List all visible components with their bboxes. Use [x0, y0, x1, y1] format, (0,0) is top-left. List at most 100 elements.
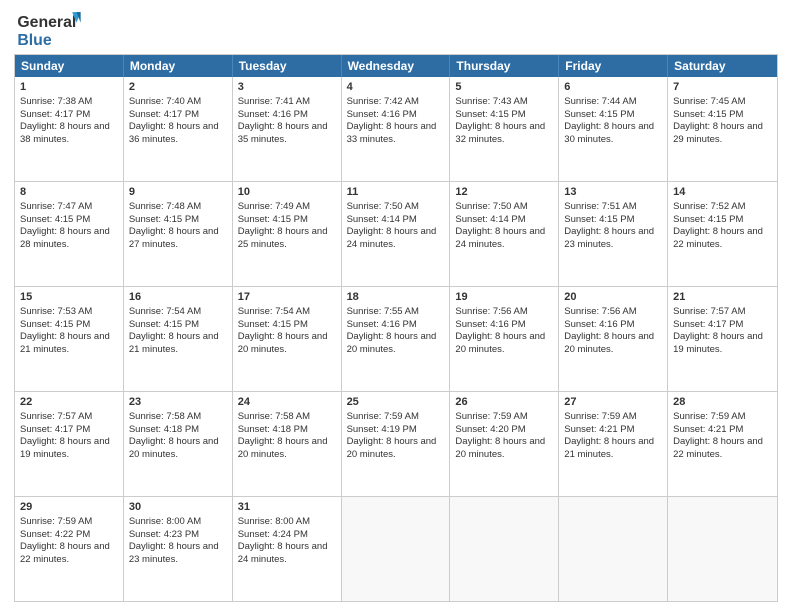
day-number: 22: [20, 395, 118, 410]
cal-cell: 7Sunrise: 7:45 AM Sunset: 4:15 PMDaylight…: [668, 77, 777, 181]
daylight: Daylight: 8 hours and 33 minutes.: [347, 121, 437, 145]
daylight: Daylight: 8 hours and 21 minutes.: [564, 436, 654, 460]
sunrise: Sunrise: 7:45 AM: [673, 96, 745, 107]
sunrise: Sunrise: 7:40 AM: [129, 96, 201, 107]
day-number: 20: [564, 290, 662, 305]
day-number: 13: [564, 185, 662, 200]
cal-cell: 16Sunrise: 7:54 AMSunset: 4:15 PMDayligh…: [124, 287, 233, 391]
sunrise: Sunrise: 7:59 AM: [20, 516, 92, 527]
sunset: Sunset: 4:21 PM: [564, 424, 634, 435]
sunrise: Sunrise: 7:59 AM: [564, 411, 636, 422]
cal-cell: 31Sunrise: 8:00 AMSunset: 4:24 PMDayligh…: [233, 497, 342, 601]
daylight: Daylight: 8 hours and 27 minutes.: [129, 226, 219, 250]
cal-cell: [450, 497, 559, 601]
header-friday: Friday: [559, 55, 668, 77]
sunset: Sunset: 4:15 PM: [455, 109, 525, 120]
cal-cell: [668, 497, 777, 601]
daylight: Daylight: 8 hours and 20 minutes.: [238, 331, 328, 355]
daylight: Daylight: 8 hours and 32 minutes.: [455, 121, 545, 145]
daylight: Daylight: 8 hours and 24 minutes.: [238, 541, 328, 565]
cal-cell: 15Sunrise: 7:53 AMSunset: 4:15 PMDayligh…: [15, 287, 124, 391]
header-wednesday: Wednesday: [342, 55, 451, 77]
sunset: Sunset: 4:15 PM: [238, 214, 308, 225]
daylight: Daylight: 8 hours and 25 minutes.: [238, 226, 328, 250]
sunrise: Sunrise: 7:53 AM: [20, 306, 92, 317]
sunset: Sunset: 4:16 PM: [455, 319, 525, 330]
header-monday: Monday: [124, 55, 233, 77]
day-number: 1: [20, 80, 118, 95]
day-number: 3: [238, 80, 336, 95]
cal-cell: 24Sunrise: 7:58 AMSunset: 4:18 PMDayligh…: [233, 392, 342, 496]
day-number: 11: [347, 185, 445, 200]
daylight: Daylight: 8 hours and 21 minutes.: [129, 331, 219, 355]
sunset: Sunset: 4:17 PM: [673, 319, 743, 330]
sunrise: Sunrise: 7:59 AM: [347, 411, 419, 422]
sunset: Sunset: 4:17 PM: [20, 424, 90, 435]
svg-text:General: General: [17, 14, 76, 31]
cal-cell: 5Sunrise: 7:43 AMSunset: 4:15 PMDaylight…: [450, 77, 559, 181]
daylight: Daylight: 8 hours and 29 minutes.: [673, 121, 763, 145]
sunrise: Sunrise: 8:00 AM: [238, 516, 310, 527]
sunset: Sunset: 4:16 PM: [238, 109, 308, 120]
sunset: Sunset: 4:15 PM: [129, 319, 199, 330]
day-number: 9: [129, 185, 227, 200]
cal-cell: 23Sunrise: 7:58 AMSunset: 4:18 PMDayligh…: [124, 392, 233, 496]
sunset: Sunset: 4:15 PM: [564, 109, 634, 120]
sunrise: Sunrise: 7:38 AM: [20, 96, 92, 107]
daylight: Daylight: 8 hours and 23 minutes.: [129, 541, 219, 565]
sunrise: Sunrise: 7:52 AM: [673, 201, 745, 212]
day-number: 26: [455, 395, 553, 410]
sunrise: Sunrise: 7:57 AM: [673, 306, 745, 317]
daylight: Daylight: 8 hours and 20 minutes.: [455, 331, 545, 355]
daylight: Daylight: 8 hours and 20 minutes.: [347, 436, 437, 460]
sunrise: Sunrise: 8:00 AM: [129, 516, 201, 527]
cal-cell: 9Sunrise: 7:48 AMSunset: 4:15 PMDaylight…: [124, 182, 233, 286]
daylight: Daylight: 8 hours and 35 minutes.: [238, 121, 328, 145]
day-number: 28: [673, 395, 772, 410]
day-number: 6: [564, 80, 662, 95]
sunrise: Sunrise: 7:56 AM: [564, 306, 636, 317]
sunset: Sunset: 4:15 PM: [673, 109, 743, 120]
sunrise: Sunrise: 7:57 AM: [20, 411, 92, 422]
header-saturday: Saturday: [668, 55, 777, 77]
day-number: 7: [673, 80, 772, 95]
cal-cell: 21Sunrise: 7:57 AMSunset: 4:17 PMDayligh…: [668, 287, 777, 391]
sunrise: Sunrise: 7:47 AM: [20, 201, 92, 212]
cal-cell: 3Sunrise: 7:41 AMSunset: 4:16 PMDaylight…: [233, 77, 342, 181]
sunrise: Sunrise: 7:50 AM: [455, 201, 527, 212]
cal-cell: 4Sunrise: 7:42 AMSunset: 4:16 PMDaylight…: [342, 77, 451, 181]
daylight: Daylight: 8 hours and 24 minutes.: [455, 226, 545, 250]
daylight: Daylight: 8 hours and 22 minutes.: [673, 436, 763, 460]
sunrise: Sunrise: 7:54 AM: [238, 306, 310, 317]
cal-cell: 19Sunrise: 7:56 AMSunset: 4:16 PMDayligh…: [450, 287, 559, 391]
daylight: Daylight: 8 hours and 30 minutes.: [564, 121, 654, 145]
cal-cell: 22Sunrise: 7:57 AMSunset: 4:17 PMDayligh…: [15, 392, 124, 496]
week-row-0: 1Sunrise: 7:38 AM Sunset: 4:17 PM Daylight…: [15, 77, 777, 181]
sunrise: Sunrise: 7:44 AM: [564, 96, 636, 107]
day-number: 27: [564, 395, 662, 410]
week-row-1: 8Sunrise: 7:47 AMSunset: 4:15 PMDaylight…: [15, 181, 777, 286]
cal-cell: 11Sunrise: 7:50 AMSunset: 4:14 PMDayligh…: [342, 182, 451, 286]
sunset: Sunset: 4:16 PM: [347, 319, 417, 330]
svg-text:Blue: Blue: [17, 32, 51, 48]
sunrise: Sunrise: 7:55 AM: [347, 306, 419, 317]
sunrise: Sunrise: 7:51 AM: [564, 201, 636, 212]
sunset: Sunset: 4:23 PM: [129, 529, 199, 540]
day-number: 31: [238, 500, 336, 515]
sunrise: Sunrise: 7:59 AM: [455, 411, 527, 422]
cal-cell: 18Sunrise: 7:55 AMSunset: 4:16 PMDayligh…: [342, 287, 451, 391]
sunset: Sunset: 4:17 PM: [20, 109, 90, 120]
sunrise: Sunrise: 7:59 AM: [673, 411, 745, 422]
daylight: Daylight: 8 hours and 22 minutes.: [20, 541, 110, 565]
sunset: Sunset: 4:15 PM: [238, 319, 308, 330]
cal-cell: 20Sunrise: 7:56 AMSunset: 4:16 PMDayligh…: [559, 287, 668, 391]
calendar: Sunday Monday Tuesday Wednesday Thursday…: [14, 54, 778, 602]
day-number: 18: [347, 290, 445, 305]
daylight: Daylight: 8 hours and 20 minutes.: [129, 436, 219, 460]
day-number: 29: [20, 500, 118, 515]
sunrise: Sunrise: 7:42 AM: [347, 96, 419, 107]
daylight: Daylight: 8 hours and 22 minutes.: [673, 226, 763, 250]
sunrise: Sunrise: 7:50 AM: [347, 201, 419, 212]
daylight: Daylight: 8 hours and 20 minutes.: [455, 436, 545, 460]
cal-cell: 29Sunrise: 7:59 AMSunset: 4:22 PMDayligh…: [15, 497, 124, 601]
